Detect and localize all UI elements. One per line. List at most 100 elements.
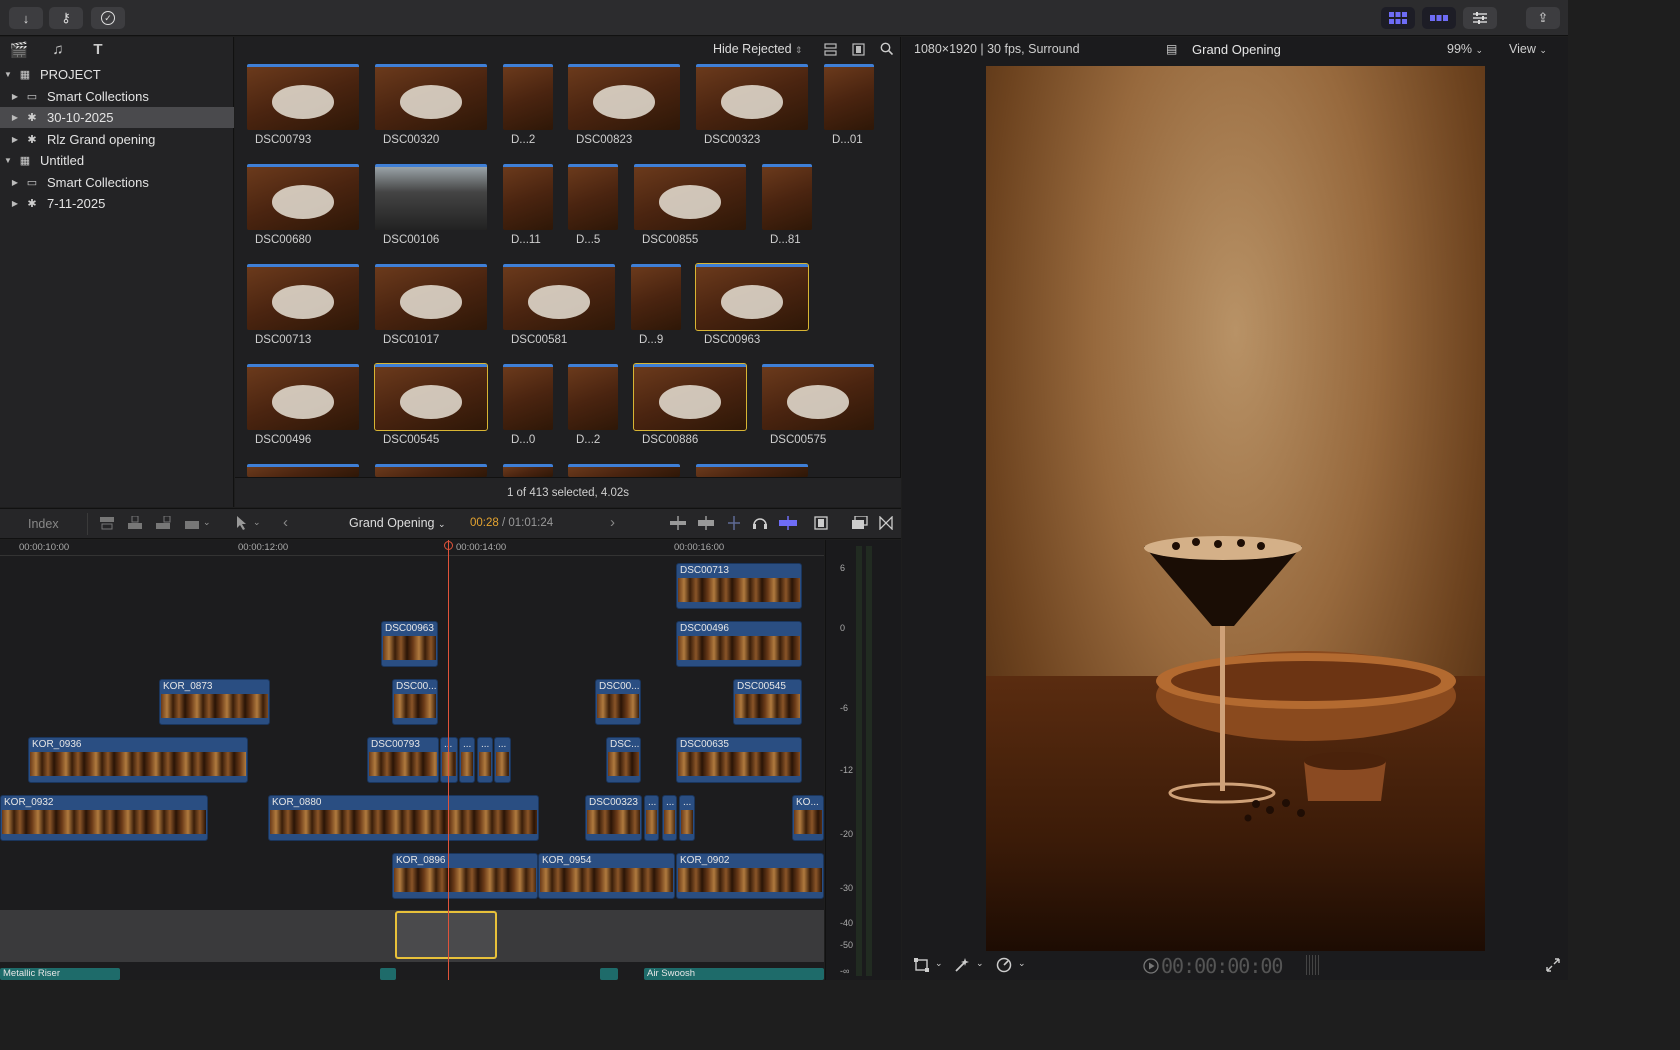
browser-clip[interactable]: DSC00545 — [374, 363, 488, 454]
browser-clip[interactable]: DSC00823 — [568, 64, 680, 154]
inspector-toggle-button[interactable] — [1463, 7, 1497, 29]
disclosure-closed-icon[interactable]: ▶ — [10, 113, 20, 122]
transform-button[interactable] — [914, 958, 930, 975]
background-tasks-button[interactable]: ✓ — [91, 7, 125, 29]
disclosure-open-icon[interactable]: ▼ — [3, 156, 13, 165]
snapping-button[interactable] — [779, 516, 797, 533]
library-item[interactable]: ▶ ✱ Rlz Grand opening — [0, 129, 234, 150]
browser-clip[interactable]: DSC00323 — [696, 64, 808, 154]
timeline-clip[interactable]: KOR_0873 — [159, 679, 270, 725]
titles-generators-tab[interactable]: T — [88, 41, 108, 61]
audio-clip[interactable]: Air Swoosh — [644, 968, 824, 980]
disclosure-closed-icon[interactable]: ▶ — [10, 92, 20, 101]
timeline-clip[interactable]: DSC00545 — [733, 679, 802, 725]
timeline-clip[interactable]: KOR_0896 — [392, 853, 538, 899]
forward-button[interactable]: › — [610, 514, 615, 531]
library-item[interactable]: ▶ ▭ Smart Collections — [0, 86, 234, 107]
append-button[interactable] — [155, 515, 171, 533]
browser-clip[interactable]: DSC00886 — [633, 363, 747, 454]
search-button[interactable] — [880, 42, 894, 58]
timeline-clip[interactable]: KOR_0936 — [28, 737, 248, 783]
timeline-clip[interactable]: ... — [440, 737, 458, 783]
audio-clip[interactable] — [600, 968, 618, 980]
browser-clip[interactable]: DSC00575 — [762, 364, 874, 454]
timeline-clip[interactable]: DSC... — [606, 737, 641, 783]
audio-skimming-button[interactable] — [698, 516, 714, 533]
timeline-clip[interactable]: ... — [679, 795, 695, 841]
browser-clip[interactable] — [568, 464, 680, 477]
clip-appearance-timeline-button[interactable] — [814, 516, 828, 533]
browser-clip[interactable]: DSC00793 — [247, 64, 359, 154]
browser-clip[interactable]: D...11 — [503, 164, 553, 254]
browser-clip[interactable]: D...2 — [503, 64, 553, 154]
fullscreen-button[interactable] — [1546, 958, 1560, 975]
back-button[interactable]: ‹ — [283, 514, 288, 531]
library-item[interactable]: ▶ ✱ 30-10-2025 — [0, 107, 234, 128]
play-button[interactable] — [1143, 958, 1159, 977]
browser-clip[interactable]: DSC00855 — [634, 164, 746, 254]
zoom-out-button[interactable] — [670, 516, 686, 533]
view-popup[interactable]: View ⌄ — [1509, 42, 1547, 56]
library-item[interactable]: ▶ ▭ Smart Collections — [0, 172, 234, 193]
disclosure-closed-icon[interactable]: ▶ — [10, 135, 20, 144]
solo-button[interactable] — [726, 516, 742, 533]
selected-gap-clip[interactable] — [395, 911, 497, 959]
filmstrip-button[interactable] — [852, 43, 865, 59]
project-popup[interactable]: Grand Opening ⌄ — [349, 516, 446, 530]
disclosure-open-icon[interactable]: ▼ — [3, 70, 13, 79]
browser-clip[interactable] — [247, 464, 359, 477]
zoom-popup[interactable]: 99% ⌄ — [1447, 42, 1483, 56]
timeline-clip[interactable]: KOR_0902 — [676, 853, 824, 899]
disclosure-closed-icon[interactable]: ▶ — [10, 178, 20, 187]
library-item[interactable]: ▼ ▦ Untitled — [0, 150, 234, 171]
browser-clip[interactable]: D...9 — [631, 264, 681, 354]
timeline-clip[interactable]: ... — [477, 737, 493, 783]
overwrite-button[interactable] — [184, 516, 200, 533]
browser-clip[interactable]: DSC01017 — [375, 264, 487, 354]
playhead-handle[interactable] — [444, 541, 453, 550]
index-button[interactable]: Index — [28, 517, 59, 531]
library-item[interactable]: ▶ ✱ 7-11-2025 — [0, 193, 234, 214]
browser-clip[interactable]: D...5 — [568, 164, 618, 254]
library-item[interactable]: ▼ ▦ PROJECT — [0, 64, 234, 85]
clip-appearance-button[interactable] — [824, 43, 837, 59]
timeline-clip[interactable]: DSC00963 — [381, 621, 438, 667]
retime-button[interactable] — [996, 957, 1012, 976]
timeline-clip[interactable]: DSC00713 — [676, 563, 802, 609]
timeline-clip[interactable]: ... — [662, 795, 677, 841]
enhance-button[interactable] — [954, 957, 970, 976]
effects-browser-button[interactable] — [852, 515, 868, 533]
browser-clip[interactable] — [375, 464, 487, 477]
timeline-clip[interactable]: KOR_0880 — [268, 795, 539, 841]
browser-clip[interactable]: DSC00496 — [247, 364, 359, 454]
timeline-clip[interactable]: DSC00... — [595, 679, 641, 725]
browser-clip[interactable]: DSC00680 — [247, 164, 359, 254]
timeline-clip[interactable]: KOR_0932 — [0, 795, 208, 841]
browser-clip[interactable]: DSC00581 — [503, 264, 615, 354]
disclosure-closed-icon[interactable]: ▶ — [10, 199, 20, 208]
connect-button[interactable] — [99, 516, 115, 533]
browser-clip[interactable]: D...0 — [503, 364, 553, 454]
timeline-clip[interactable]: KOR_0954 — [538, 853, 675, 899]
timeline-clip[interactable]: ... — [459, 737, 475, 783]
libraries-tab[interactable]: 🎬 — [9, 41, 29, 61]
browser-clip[interactable] — [503, 464, 553, 477]
insert-button[interactable] — [127, 515, 143, 533]
browser-clip[interactable]: D...81 — [762, 164, 812, 254]
transitions-browser-button[interactable] — [879, 515, 893, 533]
timeline-clip[interactable]: DSC00496 — [676, 621, 802, 667]
browser-clip[interactable]: DSC00320 — [375, 64, 487, 154]
photos-audio-tab[interactable]: ♫ — [48, 41, 68, 61]
headphones-button[interactable] — [752, 515, 768, 534]
browser-toggle-button[interactable] — [1381, 7, 1415, 29]
audio-clip[interactable] — [380, 968, 396, 980]
browser-clip[interactable]: D...01 — [824, 64, 874, 154]
audio-clip[interactable]: Metallic Riser — [0, 968, 120, 980]
import-button[interactable]: ↓ — [9, 7, 43, 29]
timeline-clip[interactable]: DSC00793 — [367, 737, 439, 783]
tool-popup[interactable] — [235, 515, 249, 534]
browser-clip[interactable]: DSC00106 — [375, 164, 487, 254]
timeline-toggle-button[interactable] — [1422, 7, 1456, 29]
timeline-clip[interactable]: DSC00635 — [676, 737, 802, 783]
timeline-clip[interactable]: DSC00323 — [585, 795, 642, 841]
